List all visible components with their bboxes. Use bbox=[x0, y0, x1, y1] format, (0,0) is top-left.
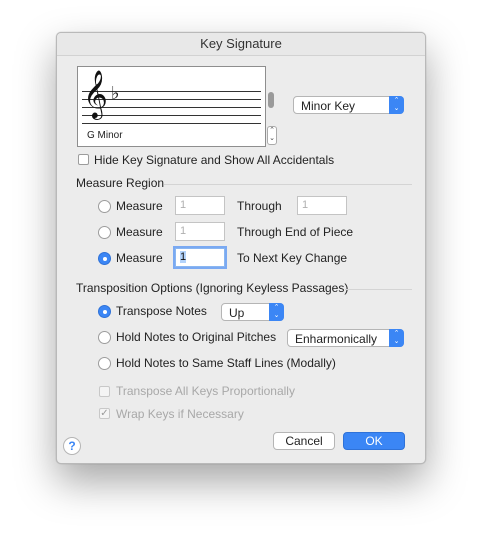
transpose-notes-radio[interactable] bbox=[98, 305, 111, 318]
measure-region-divider bbox=[164, 184, 412, 185]
flat-icon: ♭ bbox=[111, 83, 120, 104]
key-preview: 𝄞 ♭ G Minor bbox=[77, 66, 266, 147]
measure-range-radio[interactable] bbox=[98, 200, 111, 213]
through-label: Through bbox=[237, 199, 282, 213]
transpose-notes-label: Transpose Notes bbox=[116, 304, 207, 318]
next-key-change-label: To Next Key Change bbox=[237, 251, 348, 265]
measure-to-end-label: Measure bbox=[116, 225, 163, 239]
popup-arrows-icon: ⌃ ⌄ bbox=[269, 303, 284, 321]
transpose-direction-popup[interactable]: Up ⌃ ⌄ bbox=[221, 303, 284, 321]
transposition-title: Transposition Options (Ignoring Keyless … bbox=[76, 281, 349, 295]
measure-start-field[interactable]: 1 bbox=[175, 248, 225, 267]
hold-method-value: Enharmonically bbox=[295, 332, 378, 346]
hold-method-popup[interactable]: Enharmonically ⌃ ⌄ bbox=[287, 329, 404, 347]
measure-region-title: Measure Region bbox=[76, 176, 165, 190]
popup-arrows-icon: ⌃ ⌄ bbox=[389, 96, 404, 114]
through-end-label: Through End of Piece bbox=[237, 225, 354, 239]
transpose-direction-value: Up bbox=[229, 306, 245, 320]
transpose-all-keys-label: Transpose All Keys Proportionally bbox=[116, 384, 295, 398]
key-stepper[interactable]: ⌃ ⌄ bbox=[267, 126, 277, 145]
measure-to-end-field[interactable]: 1 bbox=[175, 222, 225, 241]
wrap-keys-checkbox[interactable]: ✓ bbox=[99, 408, 110, 419]
key-signature-dialog: Key Signature 𝄞 ♭ G Minor ⌃ ⌄ Minor Key ⌃… bbox=[56, 32, 426, 464]
staff-line bbox=[82, 99, 261, 100]
measure-through-field[interactable]: 1 bbox=[297, 196, 347, 215]
measure-start-value: 1 bbox=[180, 251, 187, 263]
staff-line bbox=[82, 107, 261, 108]
key-mode-value: Minor Key bbox=[301, 99, 356, 113]
wrap-keys-label: Wrap Keys if Necessary bbox=[116, 407, 244, 421]
hold-original-label: Hold Notes to Original Pitches bbox=[116, 330, 277, 344]
hide-key-checkbox[interactable] bbox=[78, 154, 89, 165]
key-preview-scrollbar[interactable]: ⌃ ⌄ bbox=[267, 66, 277, 145]
key-mode-popup[interactable]: Minor Key ⌃ ⌄ bbox=[293, 96, 404, 114]
help-button[interactable]: ? bbox=[63, 437, 81, 455]
hold-staff-lines-label: Hold Notes to Same Staff Lines (Modally) bbox=[116, 356, 336, 370]
hold-staff-lines-radio[interactable] bbox=[98, 357, 111, 370]
key-preview-caption: G Minor bbox=[87, 130, 123, 141]
measure-from-field[interactable]: 1 bbox=[175, 196, 225, 215]
staff-line bbox=[82, 91, 261, 92]
staff-line bbox=[82, 123, 261, 124]
window-title: Key Signature bbox=[57, 33, 425, 56]
scroll-thumb[interactable] bbox=[268, 92, 274, 108]
measure-to-end-radio[interactable] bbox=[98, 226, 111, 239]
staff-line bbox=[82, 115, 261, 116]
checkmark-icon: ✓ bbox=[100, 408, 109, 419]
measure-range-label: Measure bbox=[116, 199, 163, 213]
measure-to-next-key-radio[interactable] bbox=[98, 252, 111, 265]
ok-button[interactable]: OK bbox=[343, 432, 405, 450]
treble-clef-icon: 𝄞 bbox=[83, 69, 108, 118]
hold-original-radio[interactable] bbox=[98, 331, 111, 344]
hide-key-label: Hide Key Signature and Show All Accident… bbox=[94, 153, 335, 167]
popup-arrows-icon: ⌃ ⌄ bbox=[389, 329, 404, 347]
transposition-divider bbox=[345, 289, 412, 290]
cancel-button[interactable]: Cancel bbox=[273, 432, 335, 450]
transpose-all-keys-checkbox[interactable] bbox=[99, 386, 110, 397]
measure-to-next-key-label: Measure bbox=[116, 251, 163, 265]
